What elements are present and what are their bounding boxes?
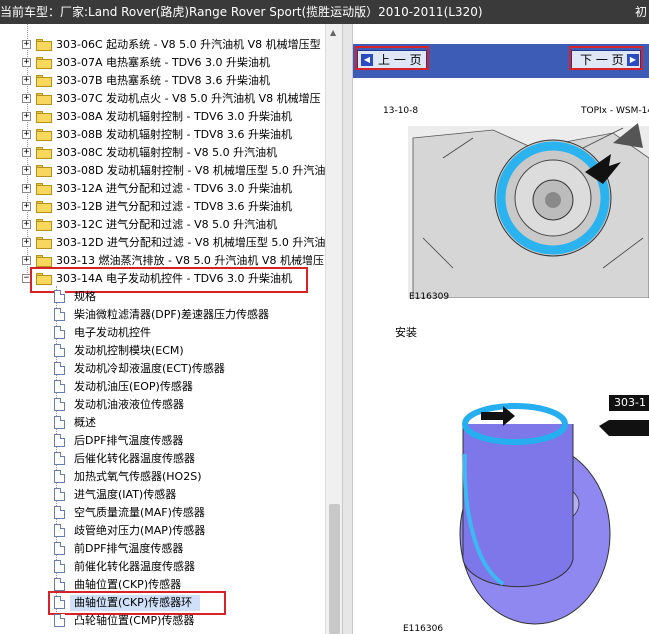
tree-folder-label: 303-12A 进气分配和过滤 - TDV6 3.0 升柴油机 bbox=[56, 182, 292, 195]
folder-icon bbox=[36, 237, 52, 249]
highlight-box-prev bbox=[355, 46, 429, 70]
folder-icon bbox=[36, 129, 52, 141]
tree-doc-label: 概述 bbox=[74, 416, 96, 429]
pane-splitter[interactable] bbox=[342, 24, 353, 634]
expand-icon[interactable]: + bbox=[22, 76, 31, 85]
tree-folder-label: 303-08A 发动机辐射控制 - TDV6 3.0 升柴油机 bbox=[56, 110, 292, 123]
document-icon bbox=[54, 488, 65, 501]
tree-folder-label: 303-07C 发动机点火 - V8 5.0 升汽油机 V8 机械增压 bbox=[56, 92, 321, 105]
tree-doc-label: 凸轮轴位置(CMP)传感器 bbox=[74, 614, 195, 627]
document-icon bbox=[54, 308, 65, 321]
folder-icon bbox=[36, 255, 52, 267]
tree-folder-label: 303-08C 发动机辐射控制 - V8 5.0 升汽油机 bbox=[56, 146, 278, 159]
scrollbar-thumb[interactable] bbox=[329, 504, 340, 634]
tree-scrollbar[interactable]: ▲ bbox=[325, 24, 342, 634]
folder-icon bbox=[36, 93, 52, 105]
expand-icon[interactable]: + bbox=[22, 58, 31, 67]
tree-doc-label: 前DPF排气温度传感器 bbox=[74, 542, 184, 555]
folder-icon bbox=[36, 75, 52, 87]
tree-doc-label: 发动机控制模块(ECM) bbox=[74, 344, 184, 357]
document-icon bbox=[54, 506, 65, 519]
tree-doc-label: 进气温度(IAT)传感器 bbox=[74, 488, 177, 501]
document-icon bbox=[54, 470, 65, 483]
document-panel: ◀ 上 一 页 下 一 页 ▶ 13-10-8 TOPIx - WSM-14 E… bbox=[353, 24, 649, 634]
tree-doc-label: 后催化转化器温度传感器 bbox=[74, 452, 195, 465]
tree-doc-label: 发动机油压(EOP)传感器 bbox=[74, 380, 193, 393]
document-icon bbox=[54, 326, 65, 339]
expand-icon[interactable]: + bbox=[22, 256, 31, 265]
figure1-id: E116309 bbox=[409, 292, 450, 302]
document-icon bbox=[54, 524, 65, 537]
document-icon bbox=[54, 614, 65, 627]
part-callout-label: 303-1 bbox=[609, 395, 649, 411]
tree-doc-label: 发动机冷却液温度(ECT)传感器 bbox=[74, 362, 225, 375]
title-corner-text: 初 bbox=[634, 5, 647, 19]
tree-folder-label: 303-07B 电热塞系统 - TDV8 3.6 升柴油机 bbox=[56, 74, 270, 87]
window-title: 当前车型：厂家:Land Rover(路虎)Range Rover Sport(… bbox=[0, 5, 483, 19]
page-header-right: TOPIx - WSM-14 bbox=[581, 106, 649, 116]
expand-icon[interactable]: + bbox=[22, 220, 31, 229]
highlight-box-folder bbox=[30, 267, 308, 293]
document-icon bbox=[54, 416, 65, 429]
document-icon bbox=[54, 380, 65, 393]
tree-doc-label: 空气质量流量(MAF)传感器 bbox=[74, 506, 205, 519]
tree-doc-label: 前催化转化器温度传感器 bbox=[74, 560, 195, 573]
tree-folder-label: 303-06C 起动系统 - V8 5.0 升汽油机 V8 机械增压型 bbox=[56, 38, 321, 51]
folder-icon bbox=[36, 111, 52, 123]
tree-doc-label: 柴油微粒滤清器(DPF)差速器压力传感器 bbox=[74, 308, 270, 321]
expand-icon[interactable]: + bbox=[22, 184, 31, 193]
document-icon bbox=[54, 452, 65, 465]
tree-doc-label: 加热式氧气传感器(HO2S) bbox=[74, 470, 202, 483]
tree-folder-label: 303-07A 电热塞系统 - TDV6 3.0 升柴油机 bbox=[56, 56, 270, 69]
title-bar: 当前车型：厂家:Land Rover(路虎)Range Rover Sport(… bbox=[0, 0, 649, 24]
highlight-box-next bbox=[569, 46, 643, 70]
folder-icon bbox=[36, 165, 52, 177]
expand-icon[interactable]: + bbox=[22, 238, 31, 247]
expand-icon[interactable]: + bbox=[22, 112, 31, 121]
expand-icon[interactable]: + bbox=[22, 130, 31, 139]
document-icon bbox=[54, 290, 65, 303]
expand-icon[interactable]: + bbox=[22, 94, 31, 103]
document-icon bbox=[54, 398, 65, 411]
figure-ckp-ring-install bbox=[459, 403, 649, 625]
tree-folder-label: 303-12C 进气分配和过滤 - V8 5.0 升汽油机 bbox=[56, 218, 278, 231]
tree-doc-label: 规格 bbox=[74, 290, 96, 303]
figure2-id: E116306 bbox=[403, 624, 444, 634]
document-icon bbox=[54, 362, 65, 375]
document-icon bbox=[54, 542, 65, 555]
tree-doc-label: 后DPF排气温度传感器 bbox=[74, 434, 184, 447]
tree-folder-label: 303-12B 进气分配和过滤 - TDV8 3.6 升柴油机 bbox=[56, 200, 292, 213]
folder-icon bbox=[36, 39, 52, 51]
folder-icon bbox=[36, 219, 52, 231]
section-heading: 安装 bbox=[395, 326, 417, 339]
tree-doc-label: 歧管绝对压力(MAP)传感器 bbox=[74, 524, 206, 537]
expand-icon[interactable]: + bbox=[22, 166, 31, 175]
expand-icon[interactable]: + bbox=[22, 148, 31, 157]
figure-crankshaft-seal-removal bbox=[408, 123, 649, 298]
document-icon bbox=[54, 344, 65, 357]
folder-icon bbox=[36, 57, 52, 69]
tree-panel: + 303-06C 起动系统 - V8 5.0 升汽油机 V8 机械增压型 + … bbox=[0, 24, 342, 634]
document-icon bbox=[54, 434, 65, 447]
tree-doc-label: 电子发动机控件 bbox=[74, 326, 151, 339]
tree-folder-label: 303-12D 进气分配和过滤 - V8 机械增压型 5.0 升汽油 bbox=[56, 236, 326, 249]
document-icon bbox=[54, 560, 65, 573]
page-header-left: 13-10-8 bbox=[383, 106, 419, 116]
scroll-up-icon[interactable]: ▲ bbox=[330, 28, 336, 37]
tree-folder-label: 303-08D 发动机辐射控制 - V8 机械增压型 5.0 升汽油 bbox=[56, 164, 326, 177]
folder-icon bbox=[36, 183, 52, 195]
expand-icon[interactable]: + bbox=[22, 40, 31, 49]
document-icon bbox=[54, 578, 65, 591]
folder-icon bbox=[36, 201, 52, 213]
tree-folder-label: 303-08B 发动机辐射控制 - TDV8 3.6 升柴油机 bbox=[56, 128, 292, 141]
folder-icon bbox=[36, 147, 52, 159]
tree-doc-label: 发动机油液液位传感器 bbox=[74, 398, 184, 411]
expand-icon[interactable]: + bbox=[22, 202, 31, 211]
